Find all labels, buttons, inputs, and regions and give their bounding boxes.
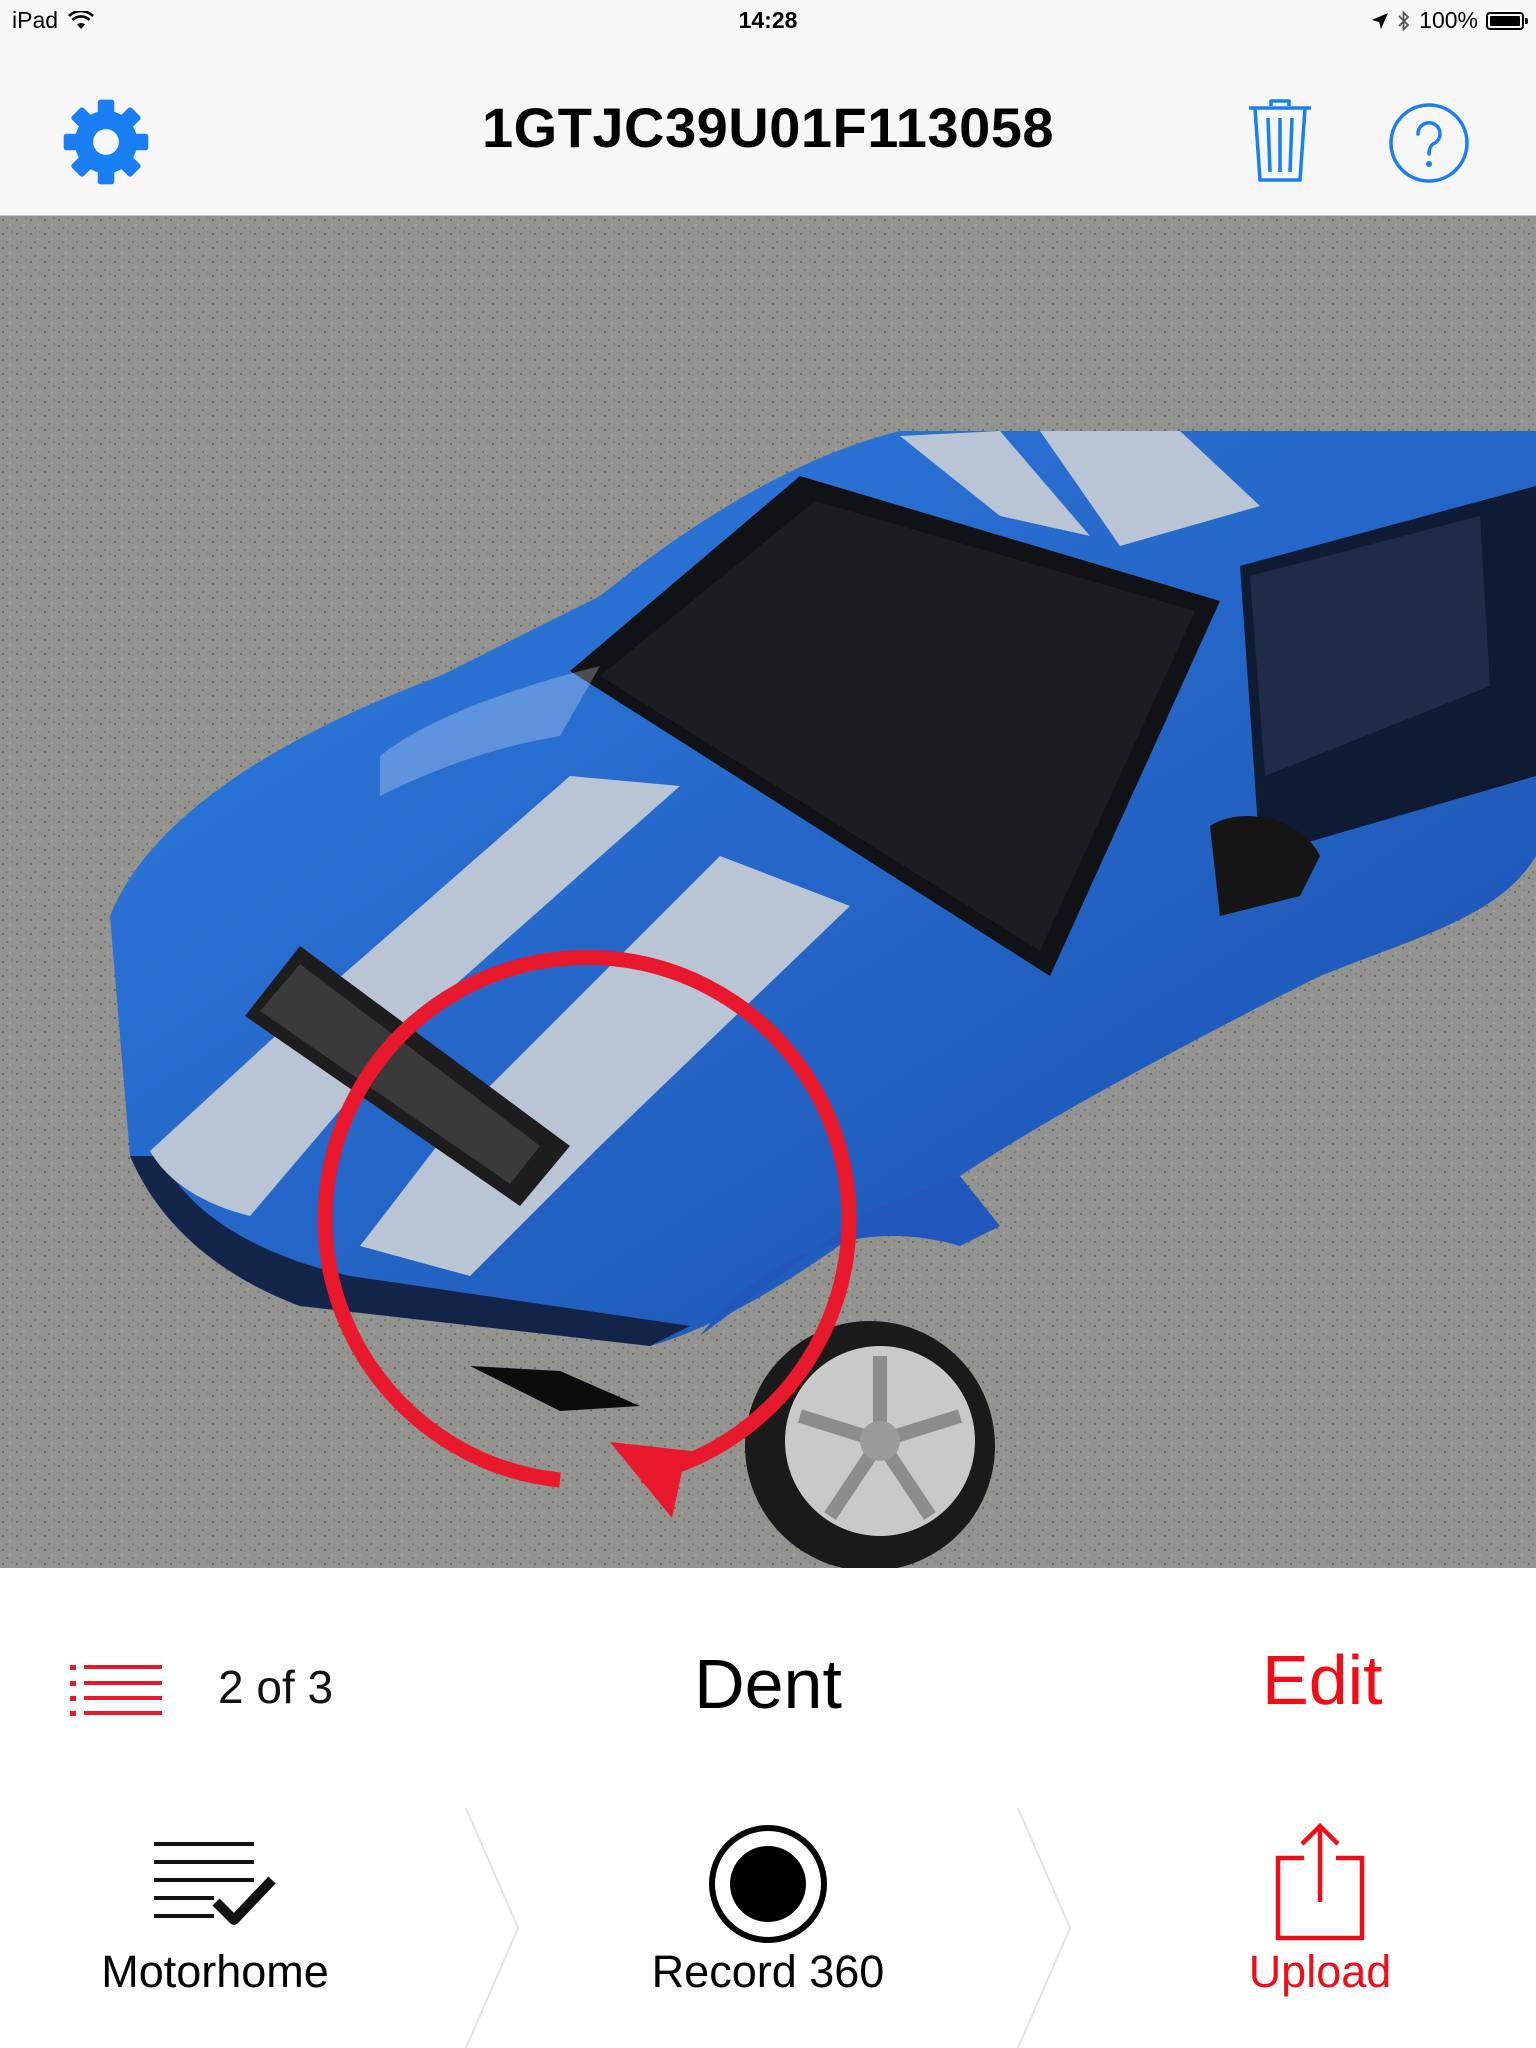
damage-photo[interactable] (0, 216, 1536, 1568)
location-icon (1372, 12, 1389, 29)
bluetooth-icon (1398, 9, 1410, 32)
record-icon (709, 1825, 827, 1943)
battery-percent: 100% (1419, 7, 1478, 33)
damage-list-button[interactable] (70, 1662, 162, 1723)
record-360-button[interactable]: Record 360 (612, 1808, 924, 2048)
status-bar: iPad 14:28 100% (0, 0, 1536, 40)
help-icon (1389, 103, 1469, 183)
trash-icon (1249, 99, 1311, 182)
help-button[interactable] (1388, 102, 1470, 189)
upload-icon (1275, 1822, 1365, 1941)
status-time: 14:28 (738, 7, 798, 33)
navigation-bar: 1GTJC39U01F113058 (0, 40, 1536, 216)
delete-button[interactable] (1246, 98, 1314, 189)
battery-icon (1486, 11, 1528, 30)
chevron-right-icon (1017, 1808, 1072, 2048)
edit-button[interactable]: Edit (1262, 1640, 1383, 1720)
motorhome-button[interactable]: Motorhome (60, 1808, 370, 2048)
circular-arrow-annotation[interactable] (0, 216, 1536, 1568)
upload-label: Upload (1248, 1946, 1392, 1997)
chevron-right-icon (465, 1808, 520, 2048)
motorhome-label: Motorhome (101, 1946, 329, 1997)
record-360-label: Record 360 (651, 1946, 885, 1997)
status-right: 100% (1371, 7, 1528, 34)
bottom-toolbar: Motorhome Record 360 Upload (0, 1808, 1536, 2048)
checklist-icon (154, 1842, 276, 1925)
damage-info-row: 2 of 3 Dent Edit (0, 1568, 1536, 1808)
damage-counter: 2 of 3 (218, 1661, 334, 1713)
list-icon (70, 1665, 162, 1716)
upload-button[interactable]: Upload (1180, 1808, 1460, 2048)
